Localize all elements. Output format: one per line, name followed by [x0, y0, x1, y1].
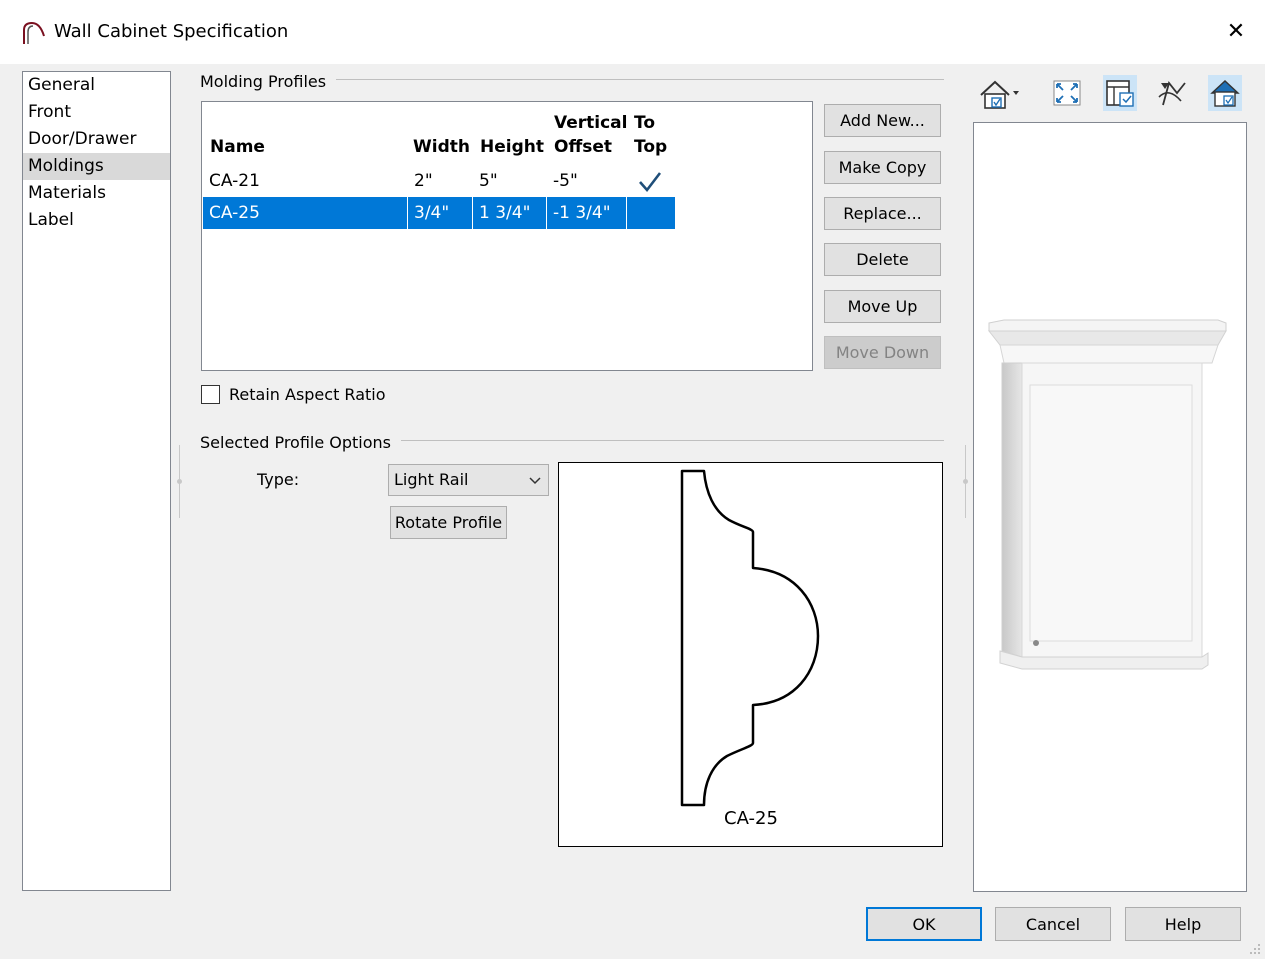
- render-options-icon[interactable]: [1103, 75, 1137, 111]
- nav-item-moldings[interactable]: Moldings: [23, 153, 170, 180]
- replace-button[interactable]: Replace...: [824, 197, 941, 230]
- chevron-down-icon: [529, 477, 541, 485]
- column-header-vertical-offset-line2[interactable]: Offset: [554, 135, 612, 159]
- window-title: Wall Cabinet Specification: [54, 21, 289, 42]
- cell-height: 5": [479, 171, 498, 191]
- delete-button[interactable]: Delete: [824, 243, 941, 276]
- type-label: Type:: [257, 470, 300, 489]
- nav-item-materials[interactable]: Materials: [23, 180, 170, 207]
- molding-profiles-table[interactable]: Name Width Height Vertical Offset To Top…: [201, 101, 813, 371]
- camera-view-dropdown-icon[interactable]: [978, 75, 1022, 111]
- fill-window-icon[interactable]: [1050, 75, 1084, 111]
- wall-cabinet-3d-icon: [987, 319, 1227, 670]
- nav-item-general[interactable]: General: [23, 72, 170, 99]
- retain-aspect-ratio-checkbox[interactable]: [201, 385, 220, 404]
- column-header-to-top-line2[interactable]: Top: [634, 135, 667, 159]
- move-up-button[interactable]: Move Up: [824, 290, 941, 323]
- help-button[interactable]: Help: [1125, 907, 1241, 941]
- add-new-button[interactable]: Add New...: [824, 104, 941, 137]
- cell-vertical-offset: -5": [553, 171, 578, 191]
- column-header-to-top-line1[interactable]: To: [634, 111, 655, 135]
- make-copy-button[interactable]: Make Copy: [824, 151, 941, 184]
- cell-vertical-offset: -1 3/4": [547, 197, 627, 229]
- move-down-button: Move Down: [824, 336, 941, 369]
- column-header-width[interactable]: Width: [413, 135, 470, 159]
- ok-button[interactable]: OK: [866, 907, 982, 941]
- left-splitter-grip-icon: [177, 479, 182, 484]
- profile-preview: CA-25: [558, 462, 943, 847]
- to-top-check-icon[interactable]: [637, 169, 663, 195]
- arch-app-icon: [23, 21, 45, 44]
- 3d-preview-panel[interactable]: [973, 122, 1247, 892]
- column-header-vertical-offset-line1[interactable]: Vertical: [554, 111, 627, 135]
- nav-item-label[interactable]: Label: [23, 207, 170, 234]
- cell-to-top[interactable]: [627, 197, 675, 229]
- profile-preview-name: CA-25: [724, 808, 778, 829]
- selected-profile-group-label: Selected Profile Options: [200, 433, 402, 453]
- rotate-profile-button[interactable]: Rotate Profile: [390, 506, 507, 539]
- nav-item-door-drawer[interactable]: Door/Drawer: [23, 126, 170, 153]
- retain-aspect-ratio-label[interactable]: Retain Aspect Ratio: [229, 384, 386, 406]
- table-row[interactable]: CA-21 2" 5" -5": [203, 165, 675, 197]
- type-select-value: Light Rail: [394, 470, 469, 489]
- close-button[interactable]: ✕: [1218, 16, 1254, 48]
- view-settings-icon[interactable]: [1208, 75, 1242, 111]
- orbit-tool-icon[interactable]: [1155, 75, 1189, 111]
- right-splitter-grip-icon: [963, 479, 968, 484]
- cell-width: 3/4": [408, 197, 473, 229]
- column-header-name[interactable]: Name: [210, 135, 265, 159]
- type-select[interactable]: Light Rail: [388, 464, 549, 496]
- nav-item-front[interactable]: Front: [23, 99, 170, 126]
- table-row[interactable]: CA-25 3/4" 1 3/4" -1 3/4": [203, 197, 675, 229]
- cell-height: 1 3/4": [473, 197, 547, 229]
- resize-grip-icon[interactable]: [1247, 941, 1261, 955]
- cancel-button[interactable]: Cancel: [995, 907, 1111, 941]
- molding-profiles-group-label: Molding Profiles: [200, 72, 337, 92]
- cell-width: 2": [414, 171, 433, 191]
- column-header-height[interactable]: Height: [480, 135, 544, 159]
- category-list: General Front Door/Drawer Moldings Mater…: [22, 71, 171, 891]
- profile-shape-icon: [680, 469, 820, 807]
- cell-name: CA-21: [209, 171, 260, 191]
- cell-name: CA-25: [203, 197, 408, 229]
